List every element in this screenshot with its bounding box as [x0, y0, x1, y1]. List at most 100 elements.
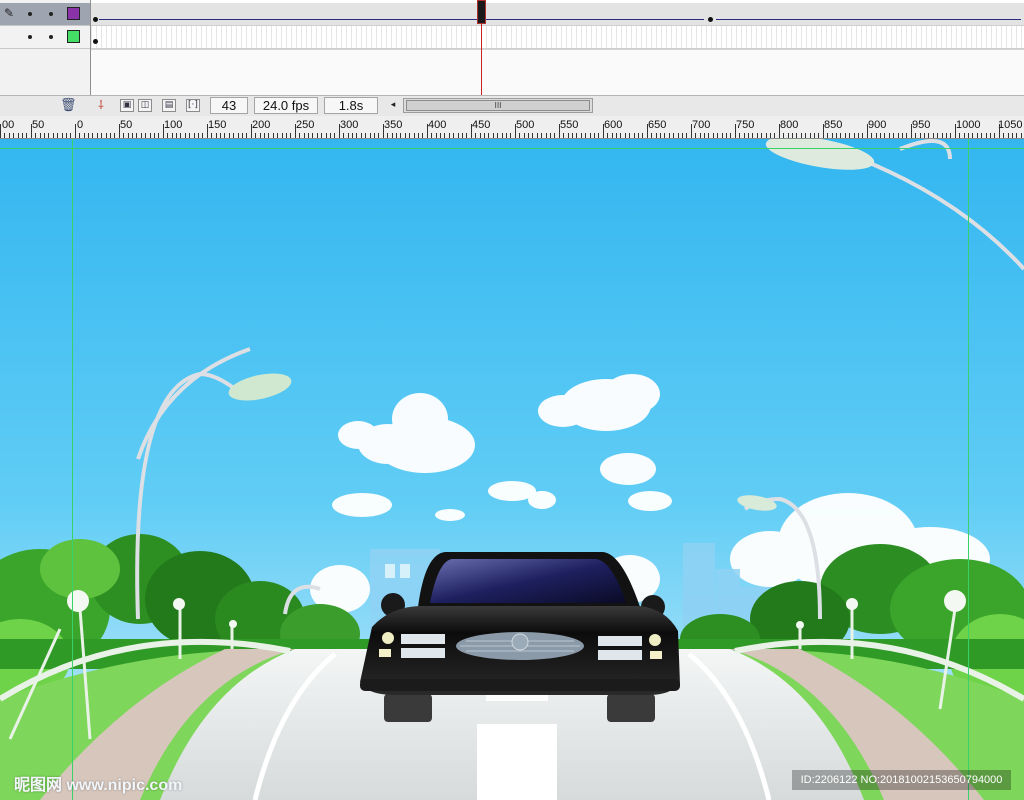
layer-list: ✎: [0, 0, 91, 95]
ruler-tick: [576, 133, 577, 138]
ruler-tick: [66, 133, 67, 138]
center-frame-icon[interactable]: ⸸: [96, 98, 106, 113]
ruler-tick: [510, 133, 511, 138]
ruler-tick: [422, 133, 423, 138]
ruler-tick: [704, 133, 705, 138]
watermark-right: ID:2206122 NO:20181002153650794000: [792, 770, 1011, 790]
ruler-tick: [317, 133, 318, 138]
ruler-tick: [774, 133, 775, 138]
guide-line-right[interactable]: [968, 139, 969, 800]
lock-dot-icon[interactable]: [49, 12, 53, 16]
ruler-tick: [286, 133, 287, 138]
ruler-tick: [370, 133, 371, 138]
ruler-tick: [823, 124, 824, 138]
frame-rate-field[interactable]: 24.0 fps: [254, 97, 318, 114]
ruler-tick: [928, 133, 929, 138]
ruler-tick: [145, 133, 146, 138]
ruler-tick: [180, 133, 181, 138]
ruler-tick: [691, 124, 692, 138]
ruler-tick: [255, 133, 256, 138]
ruler-tick: [568, 133, 569, 138]
lock-dot-icon[interactable]: [49, 35, 53, 39]
ruler-tick: [524, 133, 525, 138]
ruler-tick: [158, 133, 159, 138]
frame-row-1[interactable]: [91, 3, 1024, 26]
ruler-tick: [550, 133, 551, 138]
elapsed-time-field: 1.8s: [324, 97, 378, 114]
ruler-tick-label: 1000: [956, 119, 981, 131]
keyframe-icon[interactable]: [93, 17, 98, 22]
ruler-tick: [506, 133, 507, 138]
ruler-tick: [964, 133, 965, 138]
ruler-tick: [902, 133, 903, 138]
ruler-tick: [462, 133, 463, 138]
ruler-tick: [356, 133, 357, 138]
modify-onion-markers-icon[interactable]: [·]: [186, 99, 200, 112]
ruler-tick: [994, 133, 995, 138]
ruler-tick: [502, 133, 503, 138]
edit-multiple-frames-icon[interactable]: ▤: [162, 99, 176, 112]
ruler-tick: [1012, 133, 1013, 138]
ruler-tick: [154, 133, 155, 138]
ruler-tick-label: 50: [120, 119, 133, 131]
ruler-tick: [211, 133, 212, 138]
trash-icon[interactable]: 🗑: [60, 98, 77, 113]
guide-line-top[interactable]: [0, 148, 1024, 149]
ruler-tick: [783, 133, 784, 138]
onion-outline-icon[interactable]: ◫: [138, 99, 152, 112]
ruler-tick-label: 400: [428, 119, 447, 131]
ruler-tick: [471, 124, 472, 138]
ruler-tick: [216, 133, 217, 138]
ruler-tick: [1021, 133, 1022, 138]
stage-canvas[interactable]: 昵图网 www.nipic.com ID:2206122 NO:20181002…: [0, 139, 1024, 800]
layer-row-1[interactable]: ✎: [0, 3, 90, 26]
keyframe-icon[interactable]: [708, 17, 713, 22]
ruler-tick-label: 300: [340, 119, 359, 131]
ruler-tick: [955, 124, 956, 138]
ruler-tick: [770, 133, 771, 138]
ruler-tick: [730, 133, 731, 138]
ruler-tick: [0, 124, 1, 138]
keyframe-icon[interactable]: [93, 39, 98, 44]
ruler-tick: [884, 133, 885, 138]
ruler-tick: [911, 124, 912, 138]
onion-skin-icon[interactable]: ▣: [120, 99, 134, 112]
scroll-left-arrow-icon[interactable]: ◂: [387, 99, 399, 112]
ruler-tick: [290, 133, 291, 138]
ruler-tick: [361, 133, 362, 138]
ruler-tick: [717, 133, 718, 138]
timeline-scrollbar[interactable]: III: [403, 98, 593, 113]
frame-empty-area: [91, 49, 1024, 96]
ruler-tick: [515, 124, 516, 138]
frame-row-2[interactable]: [91, 26, 1024, 49]
ruler-tick: [114, 133, 115, 138]
ruler-tick: [625, 133, 626, 138]
ruler-tick: [642, 133, 643, 138]
ruler-tick-label: 150: [208, 119, 227, 131]
ruler-tick: [400, 133, 401, 138]
frame-grid[interactable]: [91, 0, 1024, 96]
current-frame-field[interactable]: 43: [210, 97, 248, 114]
ruler-tick-label: 450: [472, 119, 491, 131]
ruler-tick-label: 350: [384, 119, 403, 131]
layer-row-2[interactable]: [0, 26, 90, 49]
guide-line-left[interactable]: [72, 139, 73, 800]
ruler-tick: [70, 133, 71, 138]
ruler-tick: [242, 133, 243, 138]
playhead-handle[interactable]: [477, 0, 486, 24]
layer-color-swatch[interactable]: [67, 30, 80, 43]
pencil-icon: ✎: [4, 6, 15, 20]
ruler-tick: [273, 133, 274, 138]
ruler-tick: [150, 133, 151, 138]
ruler-tick: [84, 133, 85, 138]
ruler-tick: [726, 133, 727, 138]
ruler-tick: [260, 133, 261, 138]
ruler-tick: [537, 133, 538, 138]
visibility-dot-icon[interactable]: [28, 12, 32, 16]
ruler-tick: [519, 133, 520, 138]
scrollbar-thumb[interactable]: III: [406, 100, 590, 111]
ruler-tick: [607, 133, 608, 138]
visibility-dot-icon[interactable]: [28, 35, 32, 39]
layer-color-swatch[interactable]: [67, 7, 80, 20]
ruler-tick: [559, 124, 560, 138]
